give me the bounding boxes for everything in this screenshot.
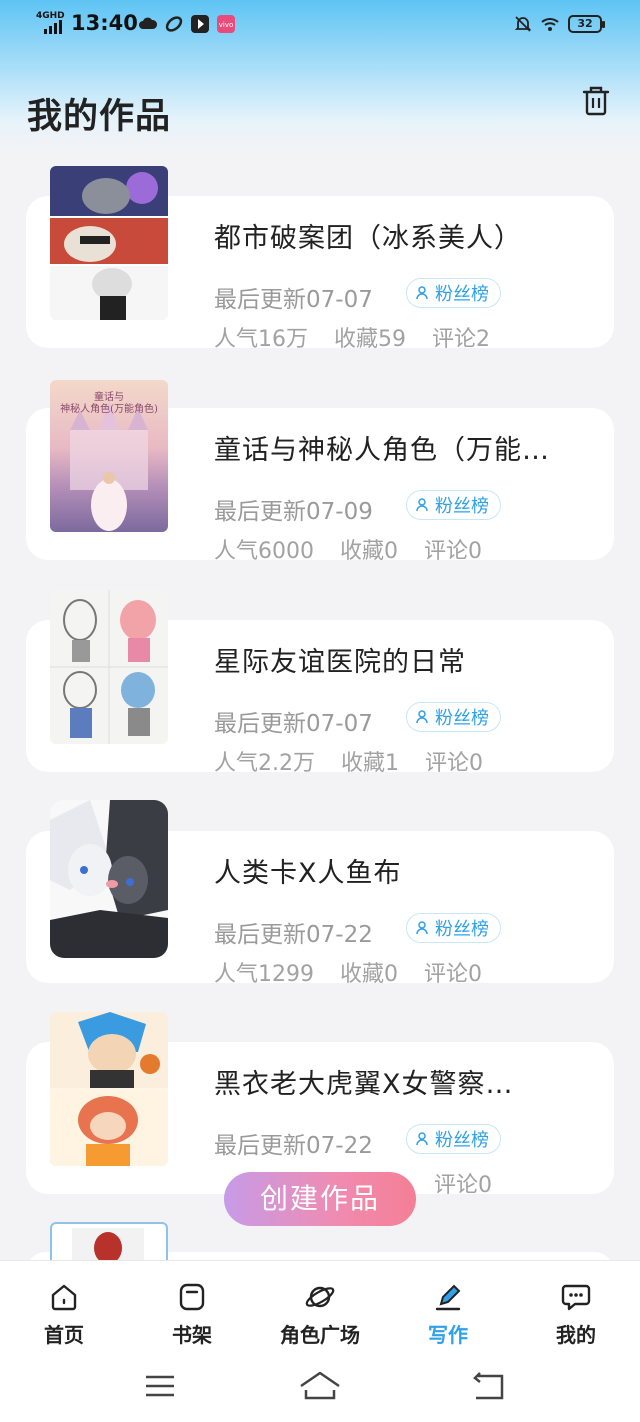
create-work-button[interactable]: 创建作品 bbox=[224, 1172, 416, 1226]
comments: 评论2 bbox=[432, 327, 490, 352]
back-icon[interactable] bbox=[470, 1368, 506, 1404]
popularity: 人气6000 bbox=[214, 539, 314, 564]
trash-icon[interactable] bbox=[578, 82, 614, 118]
bottom-navigation: 首页 书架 角色广场 写作 我的 bbox=[0, 1260, 640, 1351]
comments: 评论0 bbox=[424, 539, 482, 564]
work-title: 童话与神秘人角色（万能角色） bbox=[214, 435, 554, 466]
last-update: 最后更新07-09 bbox=[214, 499, 373, 525]
user-icon bbox=[416, 498, 428, 512]
work-title: 都市破案团（冰系美人） bbox=[214, 223, 522, 254]
popularity: 人气1299 bbox=[214, 962, 314, 987]
nav-label: 角色广场 bbox=[280, 1323, 360, 1347]
user-icon bbox=[416, 1132, 428, 1146]
nav-label: 我的 bbox=[556, 1323, 596, 1347]
battery-indicator: 32 bbox=[568, 15, 605, 33]
page-title: 我的作品 bbox=[27, 97, 172, 137]
leaf-app-icon bbox=[165, 16, 183, 32]
work-stats: 人气16万 收藏59 评论2 bbox=[214, 321, 516, 353]
mute-icon bbox=[514, 16, 532, 32]
fan-ranking-label: 粉丝榜 bbox=[435, 496, 489, 517]
fan-ranking-label: 粉丝榜 bbox=[435, 708, 489, 729]
work-cover-image[interactable]: 童话与 神秘人角色(万能角色) bbox=[50, 380, 168, 532]
wifi-icon bbox=[541, 18, 559, 31]
pen-icon bbox=[435, 1284, 461, 1311]
home-icon bbox=[51, 1284, 77, 1311]
work-cover-image[interactable] bbox=[50, 166, 168, 320]
nav-item-character-plaza[interactable]: 角色广场 bbox=[256, 1261, 384, 1351]
nav-label: 书架 bbox=[172, 1323, 212, 1347]
status-bar: 4GHD 13:40 vivo 32 bbox=[0, 0, 640, 50]
work-title: 黑衣老大虎翼X女警察… bbox=[214, 1069, 514, 1100]
fan-ranking-label: 粉丝榜 bbox=[435, 284, 489, 305]
work-stats: 人气1299 收藏0 评论0 bbox=[214, 956, 508, 988]
fan-ranking-label: 粉丝榜 bbox=[435, 919, 489, 940]
favorites: 收藏59 bbox=[334, 327, 406, 352]
nav-item-home[interactable]: 首页 bbox=[0, 1261, 128, 1351]
comments: 评论0 bbox=[424, 962, 482, 987]
last-update: 最后更新07-07 bbox=[214, 287, 373, 313]
fan-ranking-badge[interactable]: 粉丝榜 bbox=[406, 1124, 501, 1154]
menu-icon[interactable] bbox=[142, 1368, 178, 1404]
fan-ranking-badge[interactable]: 粉丝榜 bbox=[406, 913, 501, 943]
vivo-app-icon: vivo bbox=[217, 15, 235, 33]
home-nav-icon[interactable] bbox=[298, 1368, 342, 1404]
work-stats: 人气2.2万 收藏1 评论0 bbox=[214, 745, 509, 777]
comments: 评论0 bbox=[434, 1173, 492, 1198]
status-time: 13:40 bbox=[71, 11, 138, 35]
fan-ranking-badge[interactable]: 粉丝榜 bbox=[406, 490, 501, 520]
last-update: 最后更新07-07 bbox=[214, 711, 373, 737]
work-cover-image[interactable] bbox=[50, 800, 168, 958]
planet-icon bbox=[305, 1286, 335, 1308]
favorites: 收藏0 bbox=[340, 539, 398, 564]
fan-ranking-badge[interactable]: 粉丝榜 bbox=[406, 278, 501, 308]
work-title: 星际友谊医院的日常 bbox=[214, 647, 466, 678]
nav-item-mine[interactable]: 我的 bbox=[512, 1261, 640, 1351]
fan-ranking-label: 粉丝榜 bbox=[435, 1130, 489, 1151]
nav-item-writing[interactable]: 写作 bbox=[384, 1261, 512, 1351]
popularity: 人气16万 bbox=[214, 327, 308, 352]
user-icon bbox=[416, 710, 428, 724]
popularity: 人气2.2万 bbox=[214, 751, 315, 776]
work-stats: 人气6000 收藏0 评论0 bbox=[214, 533, 508, 565]
favorites: 收藏0 bbox=[340, 962, 398, 987]
system-navigation-bar bbox=[0, 1350, 640, 1422]
user-icon bbox=[416, 921, 428, 935]
svg-text:vivo: vivo bbox=[219, 21, 234, 29]
nav-item-bookshelf[interactable]: 书架 bbox=[128, 1261, 256, 1351]
nav-label: 首页 bbox=[44, 1323, 84, 1347]
fan-ranking-badge[interactable]: 粉丝榜 bbox=[406, 702, 501, 732]
last-update: 最后更新07-22 bbox=[214, 1133, 373, 1159]
user-icon bbox=[416, 286, 428, 300]
play-icon bbox=[191, 15, 209, 33]
comments: 评论0 bbox=[425, 751, 483, 776]
bookshelf-icon bbox=[179, 1283, 205, 1311]
work-stats: 评论0 bbox=[434, 1167, 518, 1199]
cloud-icon bbox=[139, 17, 158, 29]
nav-label: 写作 bbox=[428, 1323, 468, 1347]
work-cover-image[interactable] bbox=[50, 590, 168, 744]
chat-bubble-icon bbox=[561, 1284, 591, 1311]
favorites: 收藏1 bbox=[341, 751, 399, 776]
last-update: 最后更新07-22 bbox=[214, 922, 373, 948]
work-title: 人类卡X人鱼布 bbox=[214, 858, 402, 889]
cover-title-text: 童话与 神秘人角色(万能角色) bbox=[60, 392, 158, 415]
signal-icon bbox=[44, 20, 62, 34]
work-cover-image[interactable] bbox=[50, 1012, 168, 1166]
